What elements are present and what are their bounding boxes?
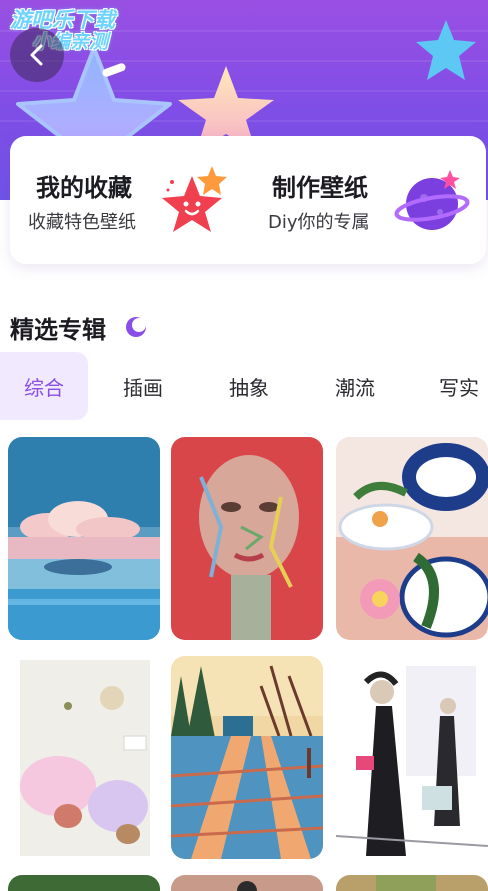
wallpaper-image-portrait xyxy=(171,437,323,640)
star-decoration-icon xyxy=(416,20,476,80)
wallpaper-image-abstract xyxy=(8,656,160,859)
wallpaper-image-porcelain xyxy=(336,437,488,640)
back-button[interactable] xyxy=(10,28,64,82)
tab-realistic[interactable]: 写实 xyxy=(416,352,488,420)
tab-label: 潮流 xyxy=(335,375,375,400)
make-wallpaper-button[interactable]: 制作壁纸 Diy你的专属 xyxy=(248,136,486,264)
wallpaper-tile[interactable] xyxy=(171,875,323,891)
wallpaper-image-partial xyxy=(336,875,488,891)
tab-comprehensive[interactable]: 综合 xyxy=(0,352,88,420)
tab-trendy[interactable]: 潮流 xyxy=(312,352,398,420)
wallpaper-tile[interactable] xyxy=(171,437,323,640)
wallpaper-image-partial xyxy=(171,875,323,891)
smiling-star-icon xyxy=(162,166,227,232)
quick-actions-card: 我的收藏 收藏特色壁纸 制作壁纸 Diy你的专属 xyxy=(10,136,486,264)
wallpaper-tile[interactable] xyxy=(171,656,323,859)
wallpaper-tile[interactable] xyxy=(336,875,488,891)
tab-label: 插画 xyxy=(123,375,163,400)
tab-label: 抽象 xyxy=(229,375,269,400)
card-subtitle: Diy你的专属 xyxy=(268,212,370,233)
wallpaper-tile[interactable] xyxy=(8,656,160,859)
tab-label: 写实 xyxy=(439,375,479,400)
wallpaper-tile[interactable] xyxy=(8,437,160,640)
card-title: 我的收藏 xyxy=(36,174,132,202)
wallpaper-tile[interactable] xyxy=(336,656,488,859)
wallpaper-image-ink-sketch xyxy=(336,656,488,859)
wallpaper-image-partial xyxy=(8,875,160,891)
crescent-moon-icon xyxy=(126,317,146,337)
chevron-left-icon xyxy=(30,44,43,66)
wallpaper-image-snowy-road xyxy=(171,656,323,859)
tab-illustration[interactable]: 插画 xyxy=(100,352,186,420)
section-title: 精选专辑 xyxy=(10,316,106,344)
category-tabs: 综合 插画 抽象 潮流 写实 xyxy=(0,352,488,420)
card-title: 制作壁纸 xyxy=(272,174,368,202)
tab-label: 综合 xyxy=(24,375,64,400)
my-favorites-button[interactable]: 我的收藏 收藏特色壁纸 xyxy=(10,136,248,264)
tab-abstract[interactable]: 抽象 xyxy=(206,352,292,420)
planet-icon xyxy=(394,170,470,230)
wallpaper-image-whale xyxy=(8,437,160,640)
wallpaper-tile[interactable] xyxy=(336,437,488,640)
wallpaper-tile[interactable] xyxy=(8,875,160,891)
card-subtitle: 收藏特色壁纸 xyxy=(28,212,136,233)
